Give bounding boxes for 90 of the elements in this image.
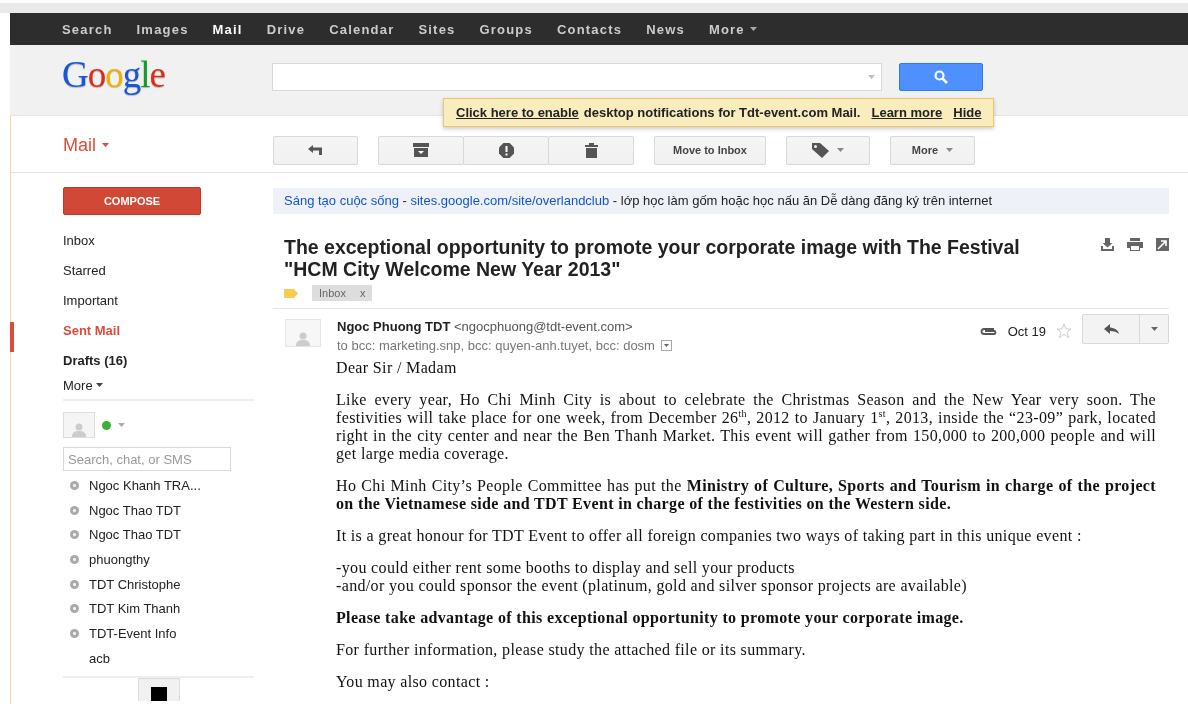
reply-arrow-icon <box>1103 324 1119 334</box>
notification-text: desktop notifications for Tdt-event.com Mail. <box>583 105 861 120</box>
enable-link[interactable]: Click here to enable <box>456 105 579 120</box>
square-icon <box>150 686 167 701</box>
contact-name[interactable]: Ngoc Khanh TRA... <box>89 477 201 493</box>
caret-icon <box>102 143 109 147</box>
message-date: Oct 19 <box>1007 324 1046 339</box>
more-button[interactable]: More <box>890 135 975 165</box>
caret-icon <box>837 148 844 152</box>
body-paragraph: You may also contact : <box>336 673 491 691</box>
ad-text: Sáng tạo cuộc sống - sites.google.com/site/overlandclub - lớp học làm gốm hoặc học nấu ăn Dễ dàng đăng ký trên internet <box>273 188 1169 214</box>
subject-title: The exceptional opportunity to promote your corporate image with The Festival "HCM City Welcome New Year 2013" <box>284 236 1021 280</box>
move-to-inbox-button[interactable]: Move to Inbox <box>654 135 766 165</box>
sender-email: <ngocphuong@tdt-event.com> <box>454 319 633 334</box>
label-button[interactable] <box>786 135 870 165</box>
body-paragraph: Like every year, Ho Chi Minh City is about to celebrate the Christmas Season and the New Year very soon. The festivities will take place for one week, from December 26$^{th}$, 2012 to January 1$^{st}$, 2013, inside the “23-09” park, located right in the city center and near the Ben Thanh Market. This event will gather from 150,000 to 200,000 people and will get large media coverage. <box>336 391 1156 463</box>
nav-link[interactable]: Sites <box>418 21 456 37</box>
exclamation-icon <box>498 142 514 158</box>
back-arrow-icon <box>307 145 324 155</box>
details-toggle[interactable] <box>660 340 672 351</box>
nav-link[interactable]: Drive <box>266 21 306 37</box>
caret-icon <box>749 27 757 31</box>
compose-button[interactable]: COMPOSE <box>63 187 201 215</box>
body-paragraph: It is a great honour for TDT Event to offer all foreign companies two ways of taking part in this unique event : <box>336 527 1083 545</box>
tag-icon <box>812 142 829 158</box>
nav-link[interactable]: Calendar <box>329 21 395 37</box>
chat-search-field[interactable]: Search, chat, or SMS <box>63 447 231 471</box>
person-icon <box>72 423 86 437</box>
nav-link[interactable]: Search <box>62 21 113 37</box>
app-menu[interactable]: Mail <box>63 132 273 156</box>
more-folders-link[interactable]: More <box>63 375 254 395</box>
paperclip-icon <box>978 327 998 336</box>
caret-icon <box>663 344 669 347</box>
new-window-icon[interactable] <box>1156 238 1169 251</box>
nav-link[interactable]: Contacts <box>556 21 623 37</box>
body-line: -and/or you could sponsor the event (platinum, gold and silver sponsor projects are available) <box>336 577 968 595</box>
reply-button[interactable] <box>1082 314 1169 344</box>
folder-item[interactable]: Important <box>63 285 254 315</box>
body-paragraph: Ho Chi Minh City’s People Committee has put the Ministry of Culture, Sports and Tourism in charge of the project on the Vietnamese side and TDT Event in charge of the festivities on the Western side. <box>336 477 1156 513</box>
sender-name: Ngoc Phuong TDT <box>337 319 451 334</box>
contact-name[interactable]: TDT-Event Info <box>89 625 177 641</box>
learn-more-link[interactable]: Learn more <box>871 105 943 120</box>
contact-name[interactable]: TDT Kim Thanh <box>89 601 181 617</box>
folder-item[interactable]: Inbox <box>63 225 254 255</box>
hide-link[interactable]: Hide <box>953 105 982 120</box>
selection-bar <box>10 322 14 352</box>
contact-name[interactable]: acb <box>89 650 110 666</box>
recipients-text: to bcc: marketing.snp, bcc: quyen-anh.tuyet, bcc: dosm <box>337 338 655 353</box>
archive-button[interactable] <box>378 135 464 165</box>
folder-item[interactable]: Starred <box>63 255 254 285</box>
body-paragraph: Please take advantage of this exceptional opportunity to promote your corporate image. <box>336 609 965 627</box>
label-name: Inbox <box>319 287 346 299</box>
body-paragraph: For further information, please study the attached file or its summary. <box>336 641 807 659</box>
contact-name[interactable]: Ngoc Thao TDT <box>89 502 181 518</box>
contact-name[interactable]: phuongthy <box>89 551 150 567</box>
contact-name[interactable]: Ngoc Thao TDT <box>89 527 181 543</box>
nav-link[interactable]: Mail <box>212 21 243 37</box>
folder-item[interactable]: Drafts (16) <box>63 345 254 375</box>
remove-label-button[interactable]: x <box>359 287 366 299</box>
nav-link[interactable]: News <box>646 21 685 37</box>
archive-icon <box>413 143 429 157</box>
ad-link[interactable]: Sáng tạo cuộc sống <box>284 193 399 208</box>
back-button[interactable] <box>273 135 358 165</box>
ad-link[interactable]: sites.google.com/site/overlandclub <box>410 193 610 208</box>
caret-icon <box>868 75 875 79</box>
person-icon <box>296 332 310 346</box>
google-logo: Google <box>62 53 166 96</box>
folder-item[interactable]: Sent Mail <box>63 315 254 345</box>
print-icon[interactable] <box>1127 238 1143 251</box>
status-dot[interactable] <box>102 420 111 430</box>
spam-button[interactable] <box>463 135 549 165</box>
trash-icon <box>584 142 598 158</box>
body-paragraph: Dear Sir / Madam <box>336 359 458 377</box>
caret-icon <box>1150 327 1158 331</box>
search-button[interactable] <box>899 63 983 91</box>
star-icon[interactable] <box>1056 323 1072 339</box>
chat-options-button[interactable] <box>137 677 180 701</box>
caret-icon <box>118 423 125 427</box>
search-field[interactable] <box>272 63 882 91</box>
nav-link[interactable]: Groups <box>479 21 533 37</box>
contact-name[interactable]: TDT Christophe <box>89 576 181 592</box>
caret-icon <box>946 148 954 152</box>
delete-button[interactable] <box>548 135 634 165</box>
nav-link[interactable]: More <box>708 21 757 37</box>
download-icon[interactable] <box>1101 238 1114 251</box>
caret-icon <box>95 383 103 387</box>
label-tag-icon <box>284 288 298 298</box>
body-line: -you could either rent some booths to display and sell your products <box>336 559 796 577</box>
search-icon <box>934 70 948 84</box>
nav-link[interactable]: Images <box>136 21 189 37</box>
